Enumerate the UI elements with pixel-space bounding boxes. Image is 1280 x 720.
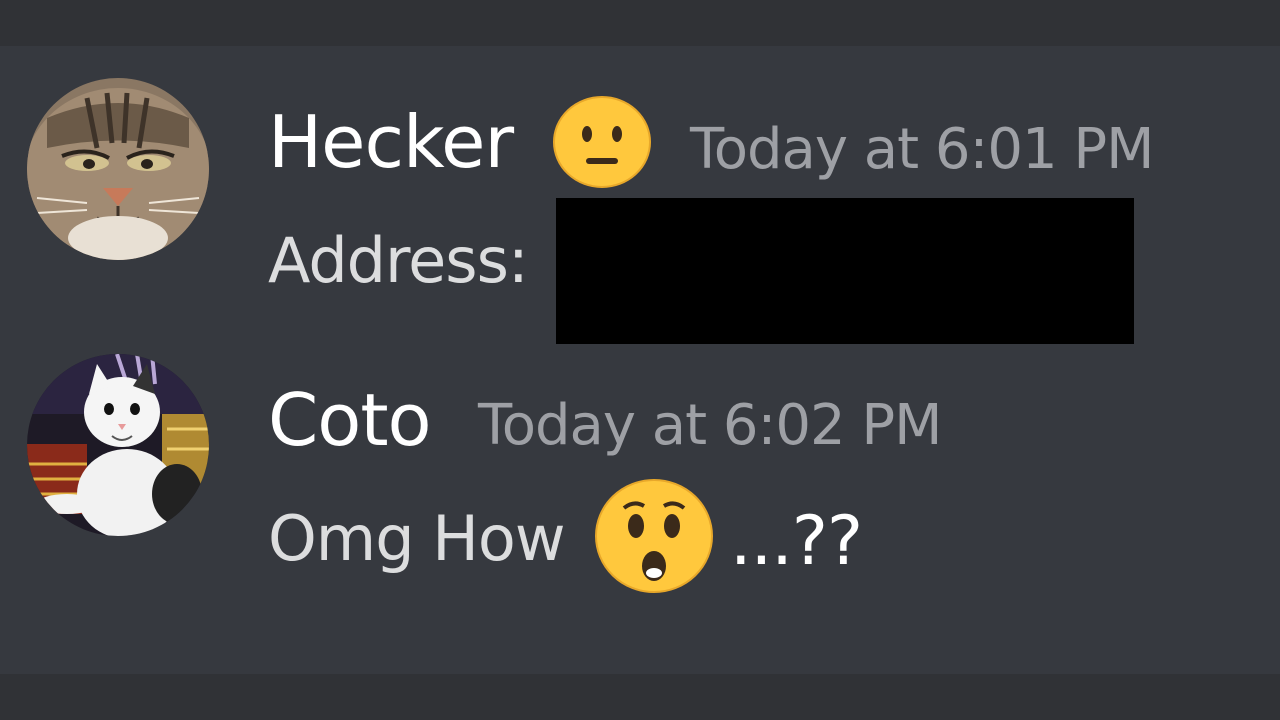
timestamp-message-2: Today at 6:02 PM: [478, 393, 942, 458]
bottom-bar: [0, 674, 1280, 720]
message-text-2: Omg How: [268, 502, 566, 575]
message-text-2-suffix: ...??: [730, 502, 863, 581]
top-bar: [0, 0, 1280, 46]
timestamp-message-1: Today at 6:01 PM: [690, 117, 1154, 182]
message-text-1: Address:: [268, 224, 529, 297]
hushed-face-icon: [594, 478, 714, 598]
username-hecker[interactable]: Hecker: [268, 106, 514, 178]
username-coto[interactable]: Coto: [268, 384, 432, 456]
chat-frame: Hecker Today at 6:01 PM Address: Coto To…: [0, 0, 1280, 720]
avatar-cat-tabby[interactable]: [27, 78, 209, 260]
neutral-face-icon: [552, 96, 652, 192]
avatar-cat-white[interactable]: [27, 354, 209, 536]
redacted-address-block: [556, 198, 1134, 344]
